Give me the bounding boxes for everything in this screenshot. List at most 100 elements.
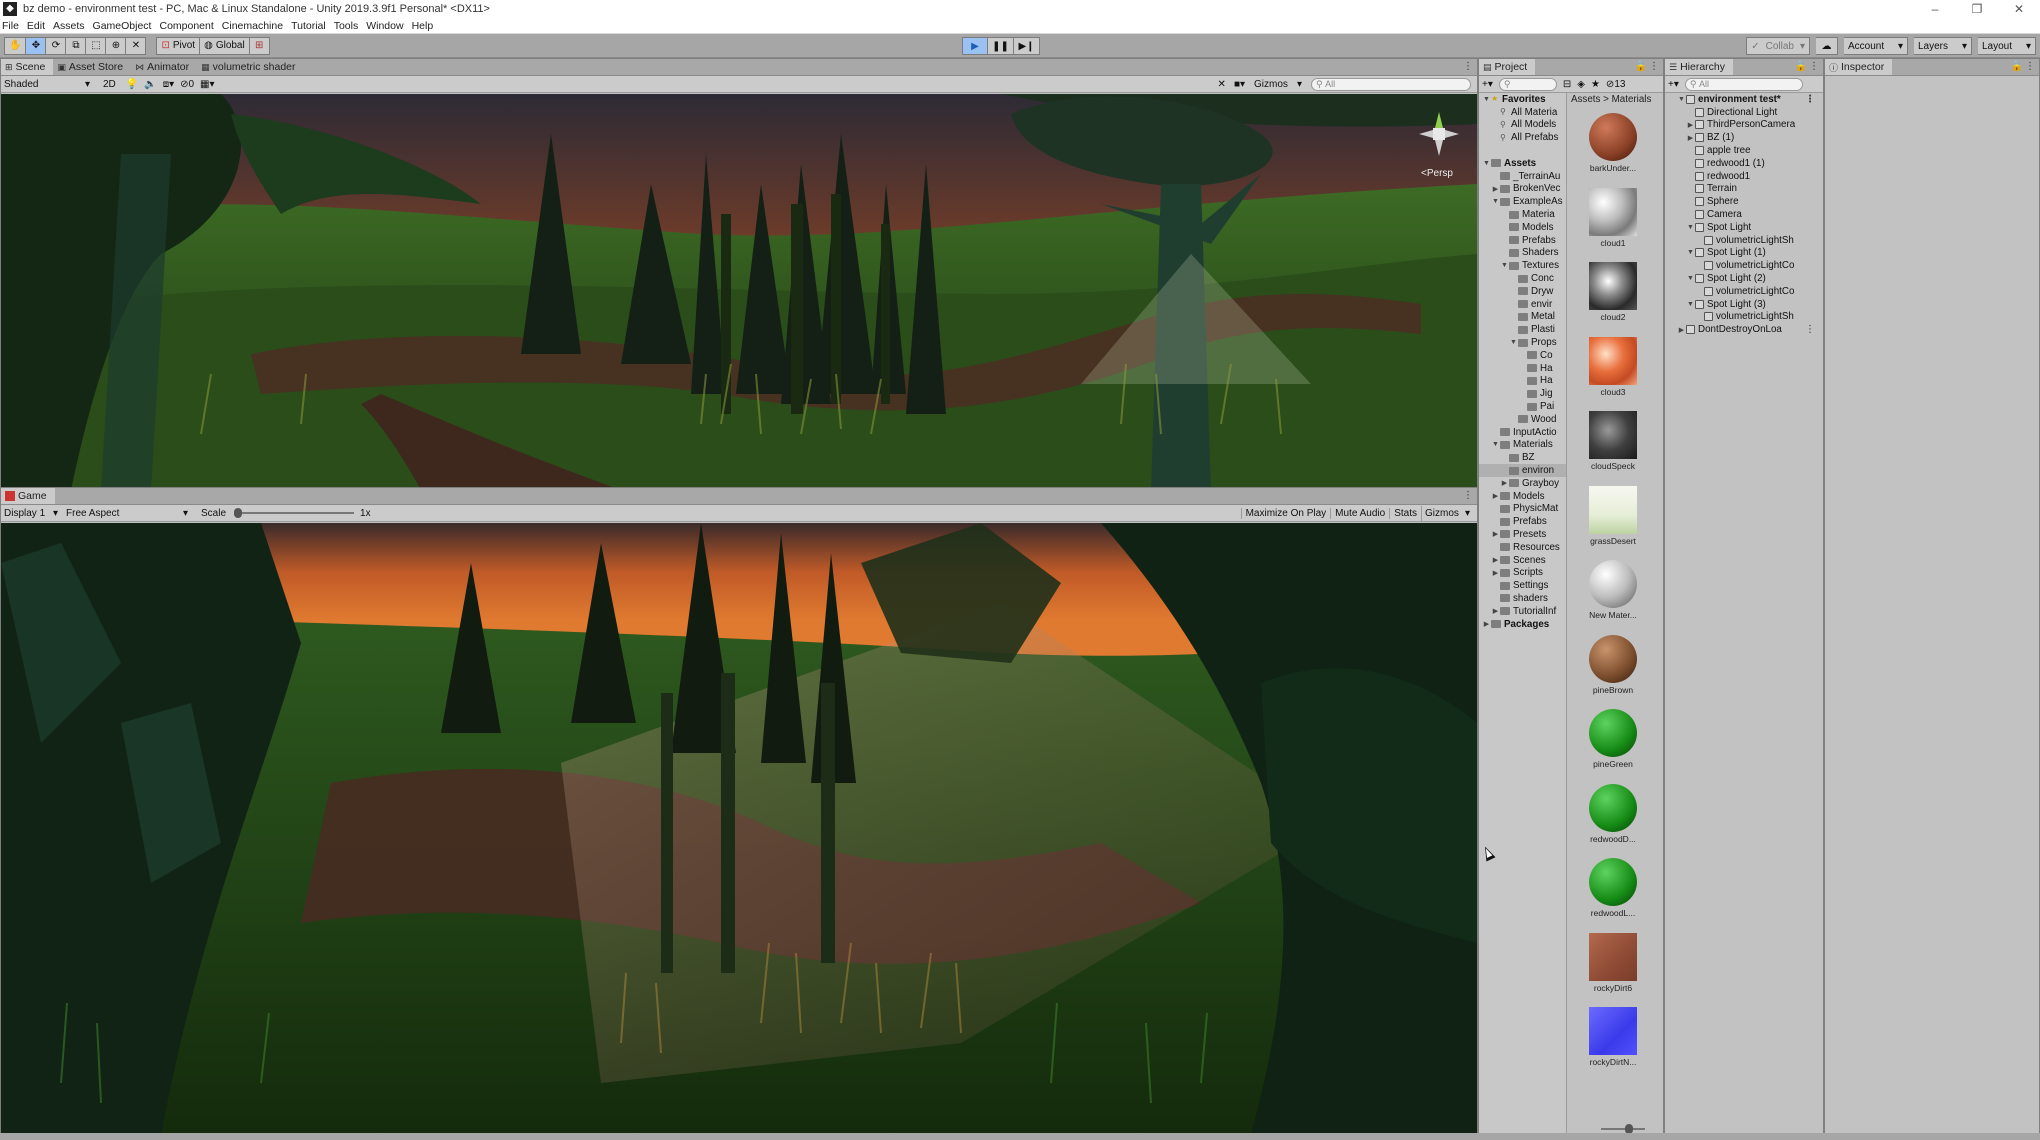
mute-audio-toggle[interactable]: Mute Audio bbox=[1330, 507, 1389, 519]
rotate-tool-icon[interactable]: ⟳ bbox=[46, 36, 67, 55]
menu-component[interactable]: Component bbox=[159, 20, 213, 32]
shading-mode-dropdown[interactable]: Shaded ▾ bbox=[1, 77, 93, 92]
asset-tile[interactable]: redwoodL... bbox=[1584, 858, 1642, 918]
collapsed-arrow-icon[interactable]: ▶ bbox=[1482, 620, 1491, 628]
hierarchy-item[interactable]: ▶ ThirdPersonCamera bbox=[1665, 119, 1823, 132]
collapsed-arrow-icon[interactable]: ▶ bbox=[1491, 530, 1500, 538]
rect-tool-icon[interactable]: ⬚ bbox=[86, 36, 107, 55]
menu-tools[interactable]: Tools bbox=[334, 20, 359, 32]
breadcrumb-assets[interactable]: Assets bbox=[1571, 94, 1600, 105]
asset-tile[interactable]: rockyDirtN... bbox=[1584, 1007, 1642, 1067]
project-search-input[interactable]: ⚲ bbox=[1498, 77, 1557, 91]
scene-search-input[interactable]: ⚲ All bbox=[1311, 77, 1471, 91]
project-tree-item[interactable]: InputActio bbox=[1479, 426, 1566, 439]
stats-toggle[interactable]: Stats bbox=[1389, 507, 1421, 519]
project-tree-item[interactable]: Jig bbox=[1479, 387, 1566, 400]
menu-help[interactable]: Help bbox=[412, 20, 434, 32]
expanded-arrow-icon[interactable]: ▼ bbox=[1686, 275, 1695, 282]
hierarchy-item[interactable]: Terrain bbox=[1665, 183, 1823, 196]
project-tree-item[interactable]: ⚲ All Prefabs bbox=[1479, 131, 1566, 144]
custom-tool-icon[interactable]: ✕ bbox=[126, 36, 147, 55]
create-dropdown[interactable]: +▾ bbox=[1482, 79, 1493, 90]
tab-inspector[interactable]: ⓘ Inspector bbox=[1825, 59, 1893, 75]
create-dropdown[interactable]: +▾ bbox=[1668, 79, 1679, 90]
collapsed-arrow-icon[interactable]: ▶ bbox=[1677, 326, 1686, 334]
project-tree-item[interactable]: envir bbox=[1479, 298, 1566, 311]
menu-window[interactable]: Window bbox=[366, 20, 403, 32]
project-tree-item[interactable]: shaders bbox=[1479, 592, 1566, 605]
hierarchy-search-input[interactable]: ⚲ All bbox=[1684, 77, 1803, 91]
snap-icon[interactable]: ⊞ bbox=[249, 36, 270, 55]
maximize-on-play-toggle[interactable]: Maximize On Play bbox=[1240, 507, 1331, 519]
asset-tile[interactable]: New Mater... bbox=[1584, 560, 1642, 620]
lighting-icon[interactable]: 💡 bbox=[126, 79, 138, 90]
asset-tile[interactable]: barkUnder... bbox=[1584, 113, 1642, 173]
project-tree-item[interactable]: ▶ Scenes bbox=[1479, 554, 1566, 567]
panel-menu-icon[interactable]: ⋮ bbox=[1809, 61, 1819, 72]
panel-menu-icon[interactable]: ⋮ bbox=[1463, 61, 1473, 72]
project-tree-item[interactable]: ▼ Textures bbox=[1479, 259, 1566, 272]
pause-icon[interactable]: ❚❚ bbox=[988, 37, 1014, 55]
panel-menu-icon[interactable]: ⋮ bbox=[1463, 490, 1473, 501]
asset-tile[interactable]: cloud1 bbox=[1584, 187, 1642, 248]
project-tree-item[interactable]: _TerrainAu bbox=[1479, 170, 1566, 183]
expanded-arrow-icon[interactable]: ▼ bbox=[1677, 96, 1686, 103]
tab-project[interactable]: ▤ Project bbox=[1479, 59, 1536, 75]
camera-icon[interactable]: ■▾ bbox=[1234, 79, 1245, 90]
project-tree-item[interactable]: Co bbox=[1479, 349, 1566, 362]
scene-viewport[interactable]: <Persp bbox=[1, 94, 1477, 490]
game-gizmos-dropdown[interactable]: Gizmos ▾ bbox=[1421, 505, 1473, 521]
project-tree-item[interactable]: Plasti bbox=[1479, 323, 1566, 336]
panel-menu-icon[interactable]: ⋮ bbox=[2025, 61, 2035, 72]
collapsed-arrow-icon[interactable]: ▶ bbox=[1686, 134, 1695, 142]
lock-icon[interactable]: 🔒 bbox=[1635, 61, 1647, 72]
kebab-menu-icon[interactable]: ⋮ bbox=[1805, 94, 1815, 105]
project-tree-item[interactable]: ▶ Packages bbox=[1479, 618, 1566, 631]
collab-button[interactable]: ✓ Collab ▾ bbox=[1746, 37, 1810, 55]
scale-slider[interactable] bbox=[234, 508, 355, 518]
collapsed-arrow-icon[interactable]: ▶ bbox=[1491, 569, 1500, 577]
tab-asset-store[interactable]: ▣ Asset Store bbox=[53, 59, 131, 75]
hierarchy-item[interactable]: ▶ BZ (1) bbox=[1665, 131, 1823, 144]
hierarchy-item[interactable]: ▼ Spot Light (2) bbox=[1665, 272, 1823, 285]
favorite-star-icon[interactable]: ★ bbox=[1591, 79, 1600, 90]
expanded-arrow-icon[interactable]: ▼ bbox=[1482, 160, 1491, 167]
hierarchy-item[interactable]: Directional Light bbox=[1665, 106, 1823, 119]
move-tool-icon[interactable]: ✥ bbox=[26, 36, 47, 55]
orientation-gizmo[interactable] bbox=[1409, 104, 1469, 164]
gizmos-dropdown[interactable]: Gizmos ▾ bbox=[1251, 77, 1305, 92]
project-tree-item[interactable]: ▶ TutorialInf bbox=[1479, 605, 1566, 618]
scale-slider-knob[interactable] bbox=[234, 508, 243, 518]
menu-gameobject[interactable]: GameObject bbox=[93, 20, 152, 32]
hierarchy-item[interactable]: redwood1 bbox=[1665, 170, 1823, 183]
project-tree-item[interactable]: ▶ BrokenVec bbox=[1479, 183, 1566, 196]
hierarchy-item[interactable]: redwood1 (1) bbox=[1665, 157, 1823, 170]
pivot-button[interactable]: ⊡ Pivot bbox=[156, 36, 201, 55]
asset-tile[interactable]: grassDesert bbox=[1584, 485, 1642, 546]
effects-icon[interactable]: ⧈▾ bbox=[163, 79, 174, 90]
hierarchy-item[interactable]: Sphere bbox=[1665, 195, 1823, 208]
tab-animator[interactable]: ⋈ Animator bbox=[131, 59, 197, 75]
project-tree-item[interactable]: ▶ Models bbox=[1479, 490, 1566, 503]
collapsed-arrow-icon[interactable]: ▶ bbox=[1491, 556, 1500, 564]
hierarchy-item[interactable]: ▼ Spot Light (1) bbox=[1665, 247, 1823, 260]
menu-file[interactable]: File bbox=[2, 20, 19, 32]
expanded-arrow-icon[interactable]: ▼ bbox=[1500, 262, 1509, 269]
scale-tool-icon[interactable]: ⧉ bbox=[66, 36, 87, 55]
hierarchy-item[interactable]: volumetricLightCo bbox=[1665, 285, 1823, 298]
hierarchy-item[interactable]: Camera bbox=[1665, 208, 1823, 221]
hierarchy-item[interactable]: volumetricLightSh bbox=[1665, 234, 1823, 247]
hidden-objects-toggle[interactable]: ⊘0 bbox=[180, 79, 194, 90]
menu-tutorial[interactable]: Tutorial bbox=[291, 20, 326, 32]
asset-tile[interactable]: redwoodD... bbox=[1584, 783, 1642, 844]
project-tree-item[interactable]: ⚲ All Models bbox=[1479, 119, 1566, 132]
expanded-arrow-icon[interactable]: ▼ bbox=[1686, 224, 1695, 231]
hand-tool-icon[interactable]: ✋ bbox=[4, 36, 27, 55]
collapsed-arrow-icon[interactable]: ▶ bbox=[1491, 492, 1500, 500]
tab-volumetric-shader[interactable]: ▦ volumetric shader bbox=[197, 59, 303, 75]
hierarchy-item[interactable]: ▶ DontDestroyOnLoa ⋮ bbox=[1665, 323, 1823, 336]
project-tree-item[interactable]: Prefabs bbox=[1479, 515, 1566, 528]
asset-tile[interactable]: pineGreen bbox=[1584, 709, 1642, 769]
step-icon[interactable]: ▶❙ bbox=[1014, 37, 1040, 55]
account-dropdown[interactable]: Account ▾ bbox=[1844, 37, 1908, 55]
